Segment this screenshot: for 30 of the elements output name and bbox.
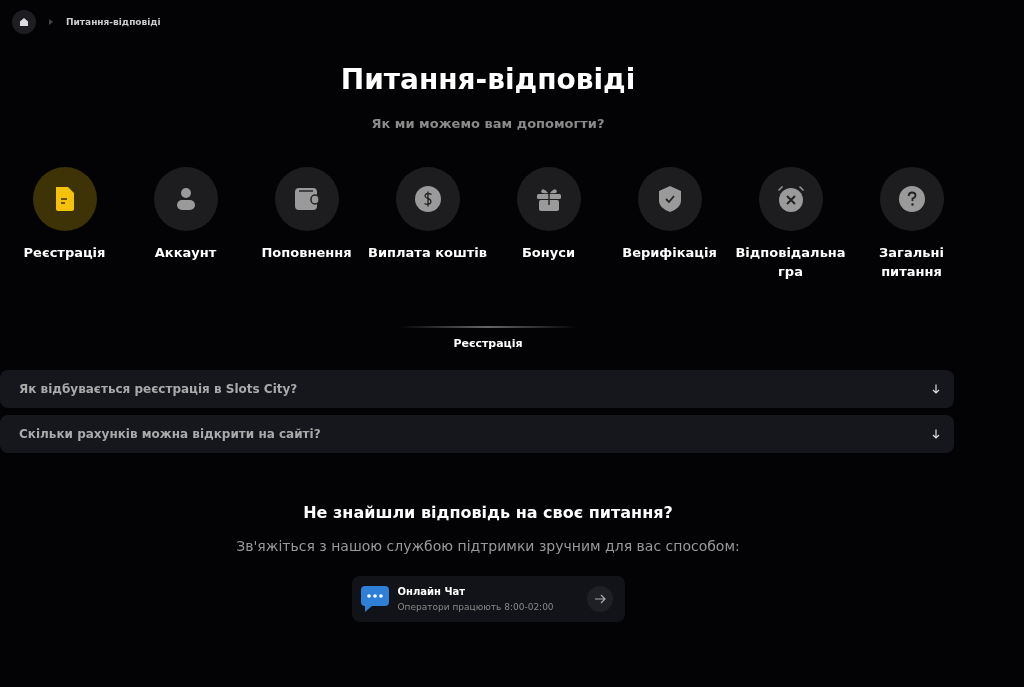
question-row[interactable]: Скільки рахунків можна відкрити на сайті? (0, 415, 954, 453)
page-title: Питання-відповіді (340, 62, 636, 98)
help-subtitle: Зв'яжіться з нашою службою підтримки зручним для вас способом: (236, 538, 740, 554)
chat-bubble-icon (359, 585, 390, 613)
breadcrumb-current: Питання-відповіді (66, 17, 161, 27)
section-title: Реєстрація (453, 337, 523, 350)
contact-title: Онлайн Чат (397, 586, 466, 597)
category-tab[interactable]: Загальні питання (851, 167, 972, 281)
arrow-down-icon (932, 384, 940, 394)
arrow-down-icon (932, 429, 940, 439)
category-tab[interactable]: Виплата коштів (367, 167, 488, 281)
question-row[interactable]: Як відбувається реєстрація в Slots City? (0, 370, 954, 408)
help-title: Не знайшли відповідь на своє питання? (303, 503, 673, 522)
wallet-icon (292, 186, 321, 212)
category-tab[interactable]: Поповнення (246, 167, 367, 281)
category-tab[interactable]: Відповідальна гра (730, 167, 851, 281)
question-icon (897, 185, 926, 213)
chevron-icon (48, 19, 54, 25)
category-tab[interactable]: Реєстрація (4, 167, 125, 281)
category-tab[interactable]: Верифікація (609, 167, 730, 281)
shield-check-icon (656, 185, 683, 213)
arrow-right-icon (586, 586, 613, 612)
page-subtitle: Як ми можемо вам допомогти? (371, 116, 605, 131)
home-icon (19, 17, 29, 27)
chat-card[interactable]: Онлайн Чат Оператори працюють 8:00-02:00 (351, 576, 625, 622)
category-tab[interactable]: Аккаунт (125, 167, 246, 281)
contact-hours: Оператори працюють 8:00-02:00 (397, 602, 555, 612)
category-tab[interactable]: Бонуси (488, 167, 609, 281)
home-button[interactable] (12, 10, 36, 34)
dollar-coin-icon (413, 185, 442, 213)
